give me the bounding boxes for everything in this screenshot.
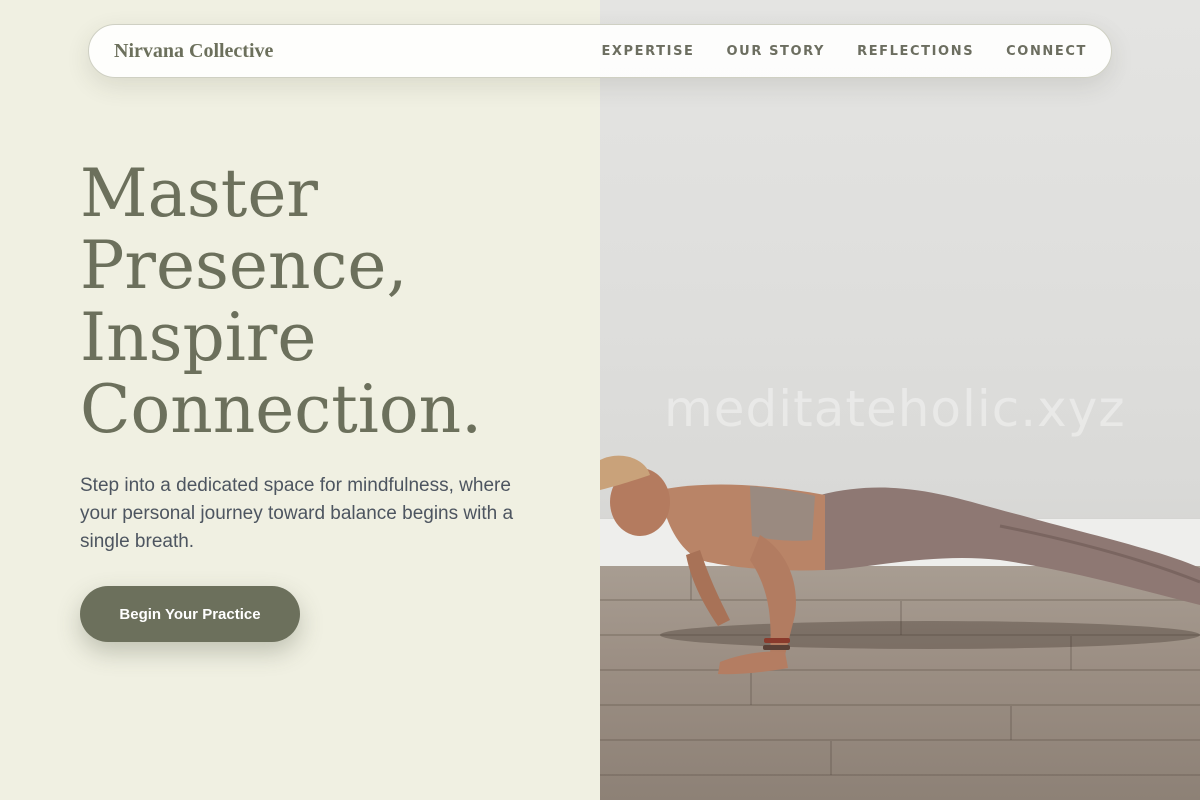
hero-title-line: Master <box>80 155 318 232</box>
hero-photo: meditateholic.xyz <box>600 0 1200 800</box>
nav-link-reflections[interactable]: REFLECTIONS <box>857 44 974 59</box>
top-navigation-bar: Nirvana Collective EXPERTISE OUR STORY R… <box>88 24 1112 78</box>
hero-subtitle: Step into a dedicated space for mindfuln… <box>80 475 514 552</box>
hero-title-line: Inspire <box>80 299 317 376</box>
brand-logo[interactable]: Nirvana Collective <box>114 40 273 63</box>
nav-link-expertise[interactable]: EXPERTISE <box>601 44 694 59</box>
photo-watermark: meditateholic.xyz <box>664 380 1126 438</box>
nav-link-connect[interactable]: CONNECT <box>1006 44 1087 59</box>
yoga-plank-figure <box>600 455 1200 675</box>
nav-link-our-story[interactable]: OUR STORY <box>727 44 826 59</box>
hero-title-line: Connection. <box>80 371 483 448</box>
hero-title-line: Presence, <box>80 227 408 304</box>
nav-links: EXPERTISE OUR STORY REFLECTIONS CONNECT <box>601 44 1087 59</box>
hero-title: Master Presence, Inspire Connection. <box>80 158 600 446</box>
begin-practice-button[interactable]: Begin Your Practice <box>80 586 300 642</box>
